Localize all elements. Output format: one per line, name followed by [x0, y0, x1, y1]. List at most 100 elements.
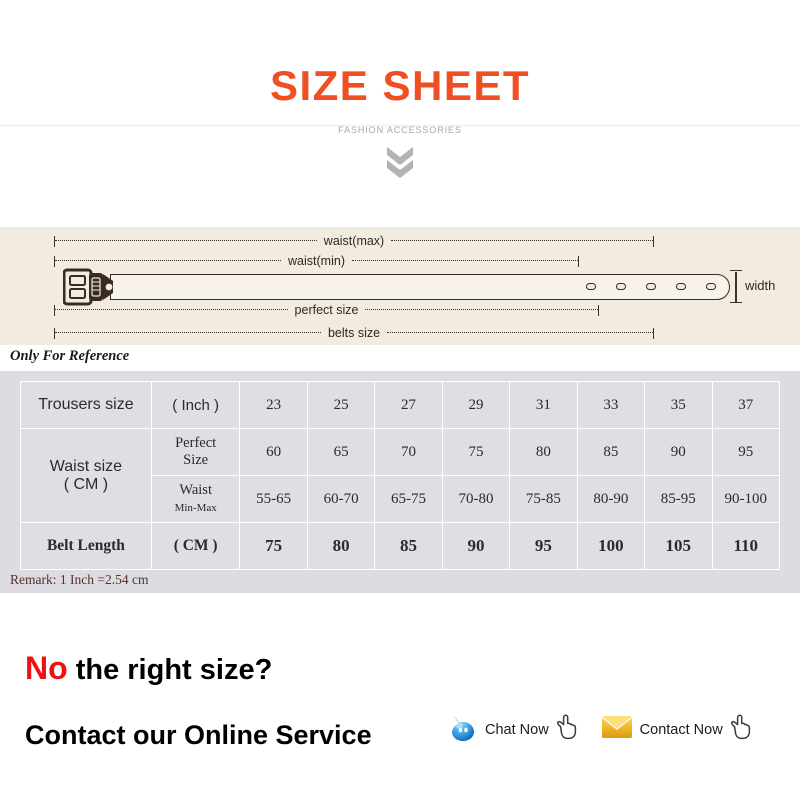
row-header-trousers-size: Trousers size	[20, 381, 152, 429]
table-cell: 95	[711, 428, 780, 476]
table-cell: 70-80	[441, 475, 511, 523]
cta-headline-rest: the right size?	[75, 654, 273, 686]
table-row: Trousers size ( Inch ) 23 25 27 29 31 33…	[20, 381, 780, 429]
dimension-line-left	[55, 309, 288, 311]
dimension-label-belts-size: belts size	[327, 326, 381, 340]
table-cell: 60	[239, 428, 308, 476]
table-cell: 60-70	[306, 475, 376, 523]
belt-buckle-icon	[62, 268, 119, 306]
size-table: Trousers size ( Inch ) 23 25 27 29 31 33…	[20, 381, 780, 570]
table-cell: 27	[374, 381, 443, 429]
footer-section	[0, 593, 800, 800]
belt-hole	[676, 283, 686, 290]
table-cell: 23	[239, 381, 308, 429]
contact-actions: Chat Now Contact Now	[450, 712, 753, 747]
table-cell: 75	[239, 522, 308, 570]
chat-now-label: Chat Now	[485, 721, 549, 738]
dimension-line-left	[55, 260, 282, 262]
table-row: Waist size ( CM ) Perfect Size 60 65 70 …	[20, 428, 780, 523]
pointing-hand-cursor-icon	[555, 713, 579, 746]
dimension-line-left	[55, 332, 321, 334]
dimension-line-left	[55, 240, 317, 242]
row-sub-waist-line2: Min-Max	[174, 501, 217, 514]
chat-now-button[interactable]: Chat Now	[450, 712, 579, 747]
table-cell: 90	[441, 522, 511, 570]
dimension-label-waist-min: waist(min)	[288, 254, 345, 268]
table-cell: 75-85	[509, 475, 578, 523]
width-cap-bottom	[730, 302, 742, 304]
width-stem	[735, 272, 737, 302]
table-cell: 110	[711, 522, 780, 570]
dimension-label-perfect-size: perfect size	[294, 303, 359, 317]
dimension-line-right	[391, 240, 654, 242]
table-cell: 35	[644, 381, 713, 429]
dimension-perfect-size: perfect size	[54, 303, 600, 317]
table-cell: 85	[576, 428, 646, 476]
size-table-section: Trousers size ( Inch ) 23 25 27 29 31 33…	[0, 371, 800, 593]
table-cell: 105	[644, 522, 713, 570]
row-unit-inch: ( Inch )	[150, 381, 241, 429]
dimension-cap-right	[578, 255, 580, 267]
width-label: width	[745, 278, 776, 293]
cta-subline: Contact our Online Service	[25, 720, 372, 750]
page-subtitle: FASHION ACCESSORIES	[338, 125, 462, 135]
dimension-cap-right	[653, 327, 655, 339]
double-chevron-down-icon	[0, 146, 800, 185]
cta-highlight-word: No	[25, 650, 68, 686]
table-cell: 80	[306, 522, 376, 570]
dimension-line-right	[387, 332, 654, 334]
row-header-waist-size-unit: ( CM )	[63, 475, 109, 493]
table-cell: 37	[711, 381, 780, 429]
table-cell: 55-65	[239, 475, 308, 523]
table-cell: 90	[644, 428, 713, 476]
row-sub-perfect-size: Perfect Size	[150, 428, 241, 476]
belt-hole	[616, 283, 626, 290]
table-cell: 85	[374, 522, 443, 570]
table-cell: 65-75	[374, 475, 443, 523]
width-dimension-icon	[728, 270, 744, 304]
row-sub-perfect-line1: Perfect	[175, 435, 217, 451]
table-cell: 65	[306, 428, 376, 476]
table-cell: 100	[576, 522, 646, 570]
contact-now-button[interactable]: Contact Now	[601, 713, 753, 746]
table-cell: 75	[441, 428, 511, 476]
table-cell: 90-100	[711, 475, 780, 523]
dimension-cap-right	[598, 304, 600, 316]
header-section: SIZE SHEET FASHION ACCESSORIES	[0, 0, 800, 227]
row-header-belt-length: Belt Length	[20, 522, 152, 570]
belt-hole	[646, 283, 656, 290]
remark-text: Remark: 1 Inch =2.54 cm	[10, 572, 149, 587]
dimension-line-right	[365, 309, 599, 311]
envelope-icon	[601, 714, 633, 745]
dimension-waist-min: waist(min)	[54, 254, 580, 268]
belt-strap	[110, 274, 730, 300]
row-sub-waist-minmax: Waist Min-Max	[150, 475, 241, 523]
dimension-waist-max: waist(max)	[54, 234, 655, 248]
page-title: SIZE SHEET	[269, 62, 531, 109]
row-unit-cm: ( CM )	[150, 522, 241, 570]
row-sub-perfect-line2: Size	[183, 452, 209, 468]
contact-now-label: Contact Now	[639, 721, 723, 738]
table-row: Belt Length ( CM ) 75 80 85 90 95 100 10…	[20, 522, 780, 570]
chat-bubble-icon	[450, 712, 478, 747]
table-cell: 33	[576, 381, 646, 429]
cta-headline: No the right size?	[25, 650, 272, 688]
table-cell: 31	[509, 381, 578, 429]
dimension-line-right	[351, 260, 579, 262]
table-cell: 80	[509, 428, 578, 476]
dimension-belts-size: belts size	[54, 326, 655, 340]
row-sub-waist-line1: Waist	[179, 481, 212, 498]
row-header-waist-size-text: Waist size	[49, 457, 123, 475]
table-cell: 29	[441, 381, 511, 429]
row-header-waist-size: Waist size ( CM )	[20, 428, 152, 523]
table-cell: 85-95	[644, 475, 713, 523]
table-cell: 95	[509, 522, 578, 570]
table-cell: 80-90	[576, 475, 646, 523]
dimension-cap-right	[653, 235, 655, 247]
table-cell: 70	[374, 428, 443, 476]
belt-hole	[706, 283, 716, 290]
reference-note: Only For Reference	[10, 348, 130, 364]
dimension-label-waist-max: waist(max)	[323, 234, 385, 248]
table-cell: 25	[306, 381, 376, 429]
pointing-hand-cursor-icon	[729, 713, 753, 746]
